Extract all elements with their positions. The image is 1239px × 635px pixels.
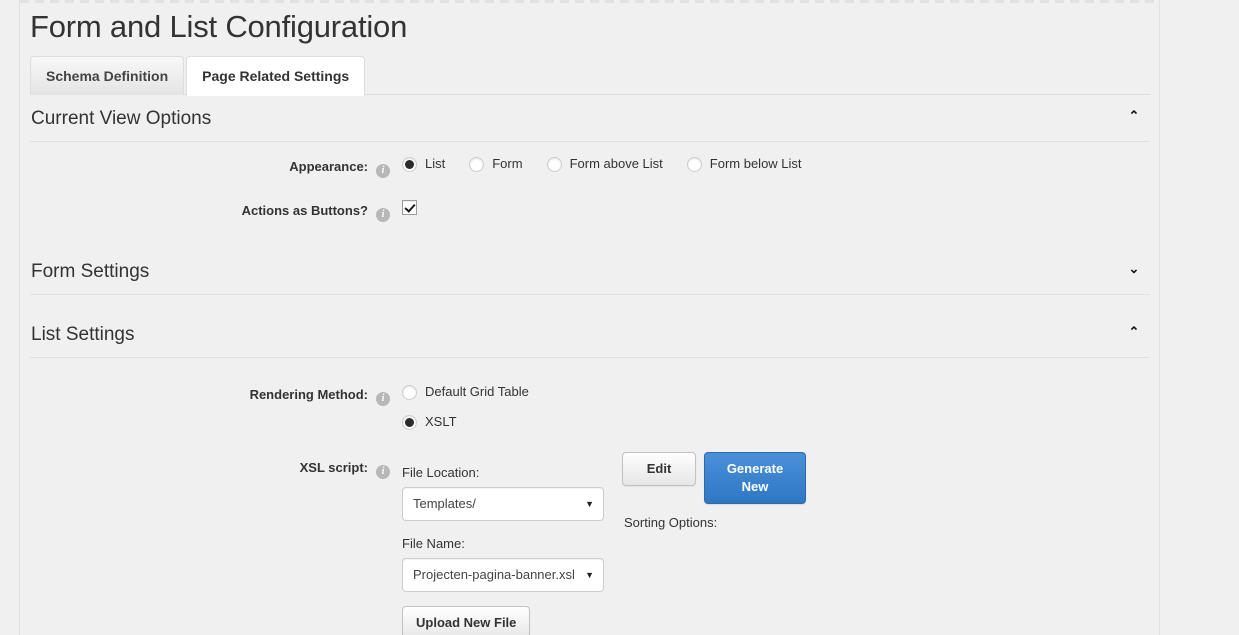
radio-dot-default-grid-table[interactable] — [402, 385, 417, 400]
file-name-select[interactable]: Projecten-pagina-banner.xsl ▼ — [402, 558, 604, 592]
chevron-down-icon-file-location: ▼ — [585, 488, 594, 520]
xsl-script-label-wrap: XSL script: i — [30, 452, 390, 479]
radio-label-form-above-list: Form above List — [570, 156, 663, 172]
actions-as-buttons-label-wrap: Actions as Buttons? i — [30, 200, 390, 222]
file-location-select[interactable]: Templates/ ▼ — [402, 487, 604, 521]
radio-label-default-grid-table: Default Grid Table — [425, 384, 529, 400]
section-header-current-view-options[interactable]: Current View Options ⌃ — [30, 95, 1150, 142]
xsl-actions-column: Edit Generate New Sorting Options: — [614, 452, 806, 532]
edit-button-label: Edit — [647, 461, 672, 476]
section-body-list-settings: Rendering Method: i Default Grid Table XS… — [30, 358, 1150, 635]
radio-dot-form[interactable] — [469, 157, 484, 172]
field-row-xsl-script: XSL script: i File Location: Templates/ ▼… — [30, 452, 1150, 635]
file-location-value: Templates/ — [413, 496, 476, 511]
rendering-method-label: Rendering Method: — [250, 387, 368, 402]
page-root: Form and List Configuration Schema Defin… — [0, 0, 1239, 635]
radio-label-form-below-list: Form below List — [710, 156, 802, 172]
field-row-appearance: Appearance: i List Form — [30, 156, 1150, 178]
file-name-value: Projecten-pagina-banner.xsl — [413, 567, 575, 582]
radio-label-form: Form — [492, 156, 522, 172]
info-icon-xsl-script[interactable]: i — [376, 465, 390, 479]
info-icon-appearance[interactable]: i — [376, 164, 390, 178]
tab-schema-definition-label: Schema Definition — [46, 68, 168, 84]
section-form-settings: Form Settings ⌄ — [30, 248, 1150, 295]
generate-new-button-label: Generate New — [727, 461, 783, 494]
section-body-current-view-options: Appearance: i List Form — [30, 142, 1150, 242]
left-rail — [0, 0, 20, 635]
appearance-label-wrap: Appearance: i — [30, 156, 390, 178]
appearance-radio-group: List Form Form above List — [402, 156, 1150, 172]
chevron-down-icon-form-settings[interactable]: ⌄ — [1126, 261, 1142, 277]
upload-new-file-button[interactable]: Upload New File — [402, 606, 530, 635]
rendering-method-control: Default Grid Table XSLT — [390, 384, 1150, 444]
section-list-settings: List Settings ⌃ Rendering Method: i Defau… — [30, 311, 1150, 635]
tab-page-related-settings[interactable]: Page Related Settings — [186, 56, 365, 96]
upload-new-file-label: Upload New File — [416, 615, 516, 630]
chevron-up-icon-current-view-options[interactable]: ⌃ — [1126, 108, 1142, 124]
file-name-label: File Name: — [402, 535, 614, 553]
page-title: Form and List Configuration — [21, 3, 1159, 46]
xsl-script-panel: File Location: Templates/ ▼ File Name: P… — [402, 452, 1150, 635]
radio-rendering-default-grid-table[interactable]: Default Grid Table — [402, 384, 1150, 400]
info-icon-rendering-method[interactable]: i — [376, 392, 390, 406]
radio-appearance-form-above-list[interactable]: Form above List — [547, 156, 663, 172]
radio-appearance-form[interactable]: Form — [469, 156, 522, 172]
xsl-script-label: XSL script: — [300, 460, 368, 475]
appearance-label: Appearance: — [289, 159, 368, 174]
generate-new-button[interactable]: Generate New — [704, 452, 806, 504]
tab-page-related-settings-label: Page Related Settings — [202, 68, 349, 84]
xsl-script-control: File Location: Templates/ ▼ File Name: P… — [390, 452, 1150, 635]
radio-appearance-form-below-list[interactable]: Form below List — [687, 156, 802, 172]
field-row-actions-as-buttons: Actions as Buttons? i — [30, 200, 1150, 222]
appearance-control: List Form Form above List — [390, 156, 1150, 172]
radio-dot-form-below-list[interactable] — [687, 157, 702, 172]
main-content: Form and List Configuration Schema Defin… — [21, 3, 1159, 635]
info-icon-actions-as-buttons[interactable]: i — [376, 208, 390, 222]
sorting-options-label: Sorting Options: — [622, 514, 806, 532]
section-header-list-settings[interactable]: List Settings ⌃ — [30, 311, 1150, 358]
section-current-view-options: Current View Options ⌃ Appearance: i List — [30, 95, 1150, 242]
rendering-method-radio-group: Default Grid Table XSLT — [402, 384, 1150, 430]
checkbox-actions-as-buttons[interactable] — [402, 200, 417, 215]
actions-as-buttons-label: Actions as Buttons? — [242, 203, 368, 218]
radio-label-list: List — [425, 156, 445, 172]
radio-appearance-list[interactable]: List — [402, 156, 445, 172]
radio-dot-list[interactable] — [402, 157, 417, 172]
xsl-action-buttons-row: Edit Generate New — [622, 452, 806, 504]
tab-bar: Schema Definition Page Related Settings — [30, 56, 1150, 95]
tab-schema-definition[interactable]: Schema Definition — [30, 56, 184, 95]
radio-dot-xslt[interactable] — [402, 415, 417, 430]
radio-dot-form-above-list[interactable] — [547, 157, 562, 172]
field-row-rendering-method: Rendering Method: i Default Grid Table XS… — [30, 384, 1150, 444]
section-header-form-settings[interactable]: Form Settings ⌄ — [30, 248, 1150, 295]
section-title-list-settings: List Settings — [31, 324, 135, 345]
radio-rendering-xslt[interactable]: XSLT — [402, 414, 1150, 430]
chevron-up-icon-list-settings[interactable]: ⌃ — [1126, 324, 1142, 340]
section-title-form-settings: Form Settings — [31, 261, 149, 282]
edit-button[interactable]: Edit — [622, 452, 696, 486]
rendering-method-label-wrap: Rendering Method: i — [30, 384, 390, 406]
xsl-file-column: File Location: Templates/ ▼ File Name: P… — [402, 452, 614, 635]
section-title-current-view-options: Current View Options — [31, 108, 211, 129]
radio-label-xslt: XSLT — [425, 414, 457, 430]
chevron-down-icon-file-name: ▼ — [585, 559, 594, 591]
actions-as-buttons-control — [390, 200, 1150, 220]
right-rail — [1159, 0, 1239, 635]
file-location-label: File Location: — [402, 464, 614, 482]
